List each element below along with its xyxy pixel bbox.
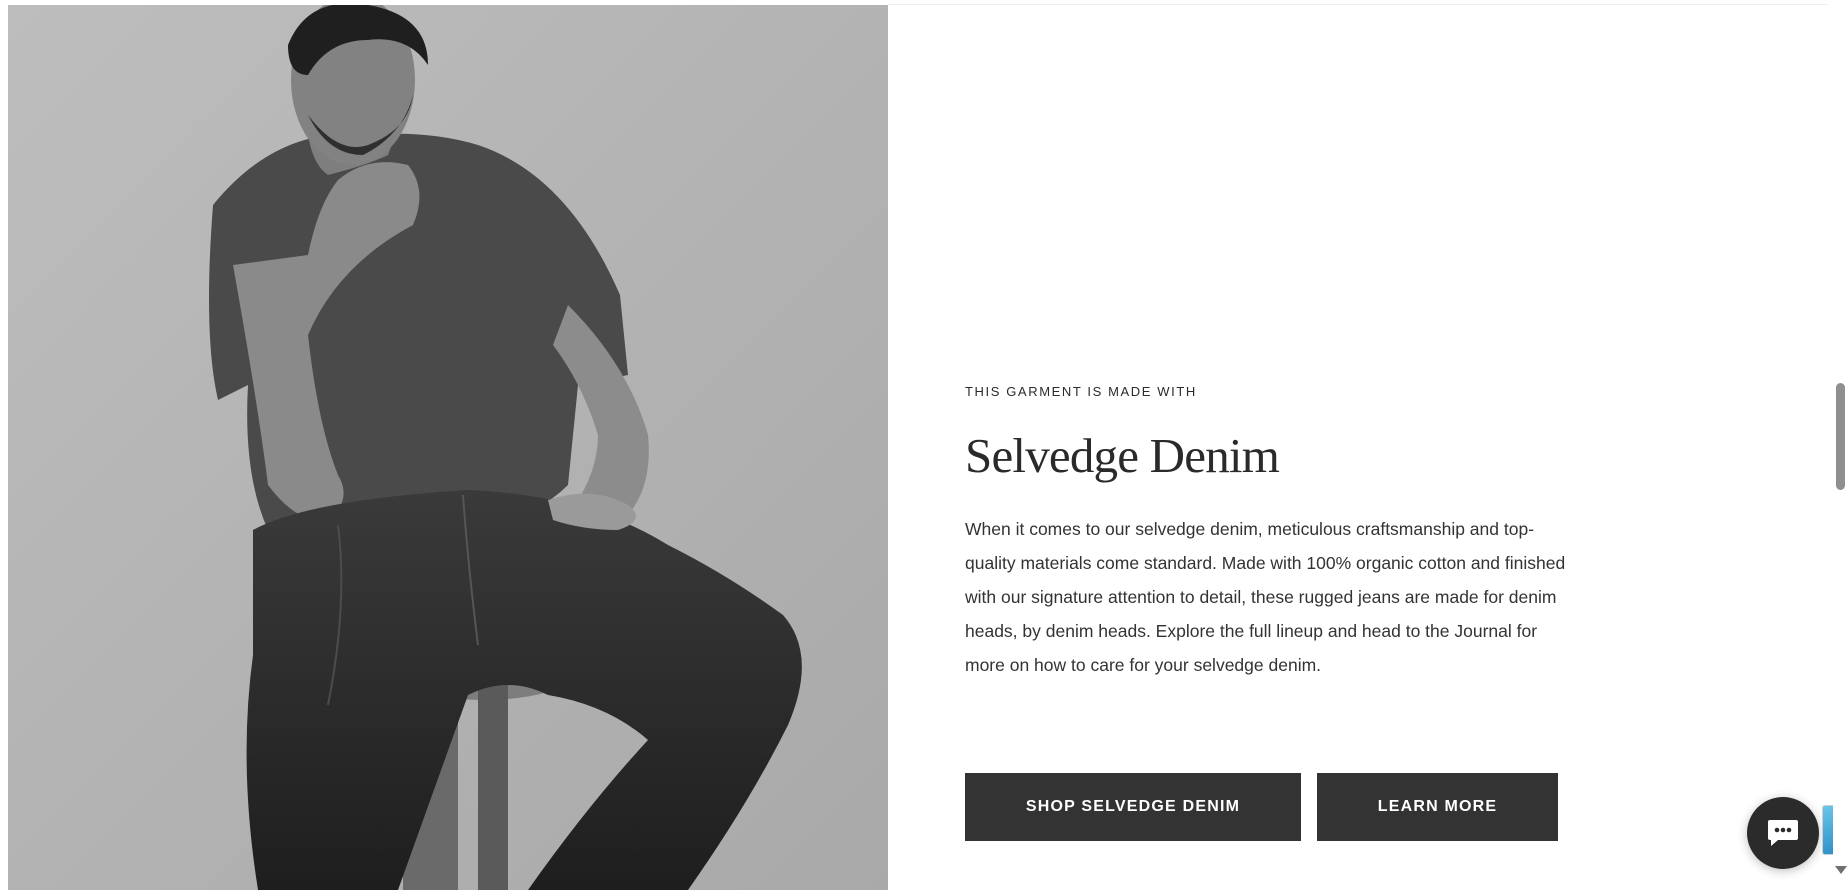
model-photo-illustration [8, 5, 888, 890]
section-eyebrow: THIS GARMENT IS MADE WITH [965, 384, 1197, 399]
cta-button-group: SHOP SELVEDGE DENIM LEARN MORE [965, 773, 1558, 841]
page-scrollbar[interactable] [1833, 0, 1848, 890]
shop-selvedge-denim-button[interactable]: SHOP SELVEDGE DENIM [965, 773, 1301, 841]
scrollbar-thumb[interactable] [1836, 383, 1845, 490]
section-title: Selvedge Denim [965, 428, 1280, 483]
learn-more-button[interactable]: LEARN MORE [1317, 773, 1558, 841]
section-description: When it comes to our selvedge denim, met… [965, 519, 1566, 675]
scroll-down-arrow-icon[interactable] [1835, 866, 1847, 874]
header-divider [888, 4, 1828, 5]
selvedge-info-section: THIS GARMENT IS MADE WITH Selvedge Denim… [965, 380, 1585, 682]
chat-bubble-icon [1768, 820, 1798, 846]
hero-image [8, 5, 888, 890]
chat-widget-button[interactable] [1747, 797, 1819, 869]
page: THIS GARMENT IS MADE WITH Selvedge Denim… [0, 0, 1848, 890]
